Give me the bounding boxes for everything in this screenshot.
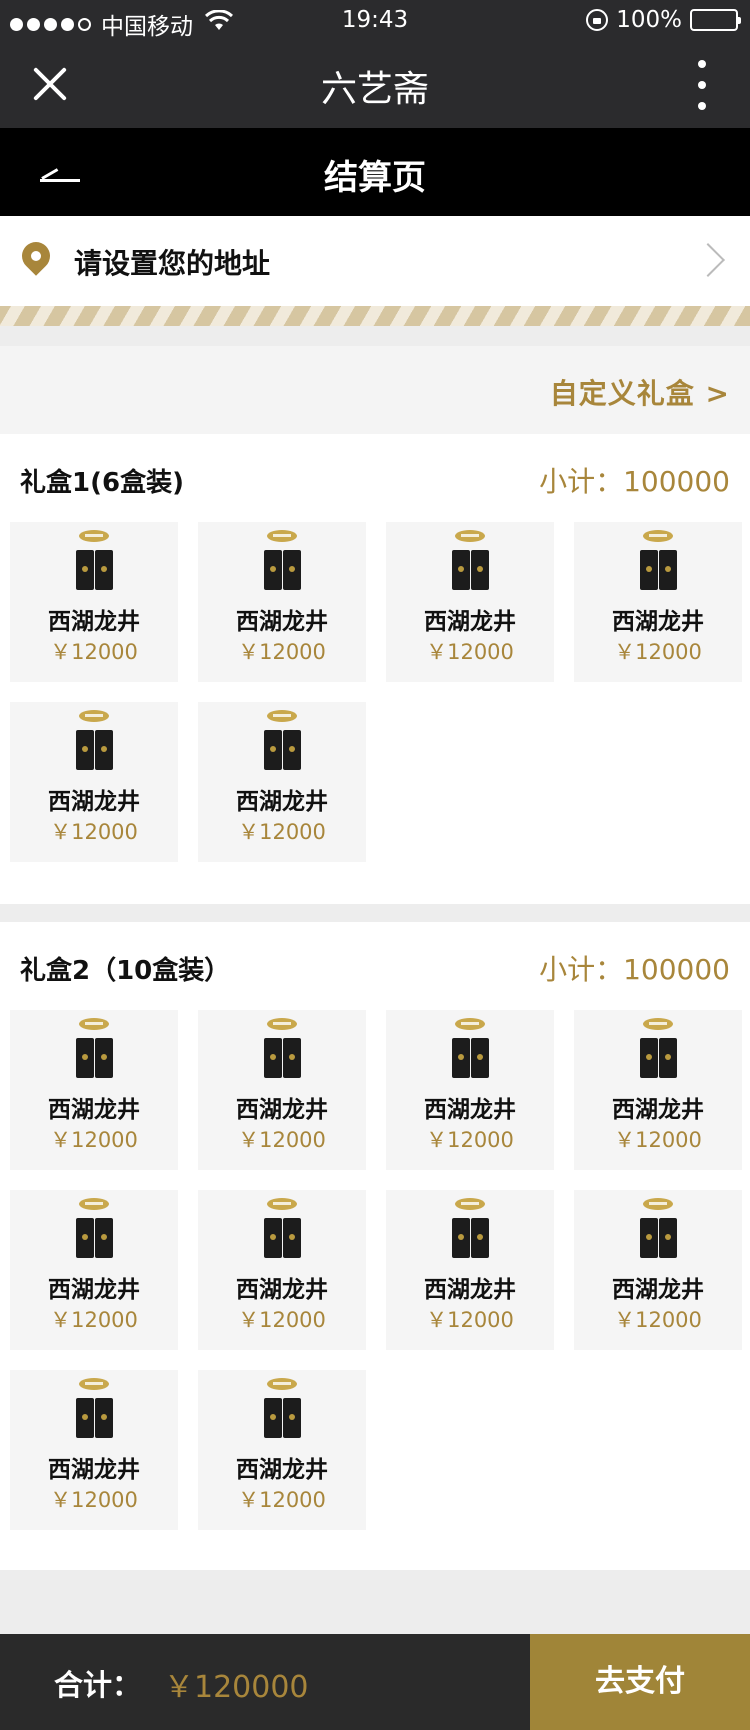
total-label: 合计： [54, 1668, 142, 1702]
giftbox-subtotal: 小计：100000 [539, 953, 730, 986]
product-card[interactable]: 西湖龙井 ￥12000 [574, 522, 742, 682]
product-price: ￥12000 [238, 1128, 326, 1152]
product-card[interactable]: 西湖龙井 ￥12000 [10, 1010, 178, 1170]
product-price: ￥12000 [426, 1128, 514, 1152]
product-card[interactable]: 西湖龙井 ￥12000 [10, 1370, 178, 1530]
product-card[interactable]: 西湖龙井 ￥12000 [574, 1190, 742, 1350]
product-name: 西湖龙井 [612, 1277, 704, 1303]
product-card[interactable]: 西湖龙井 ￥12000 [198, 522, 366, 682]
product-price: ￥12000 [614, 640, 702, 664]
product-name: 西湖龙井 [48, 609, 140, 635]
product-card[interactable]: 西湖龙井 ￥12000 [574, 1010, 742, 1170]
location-pin-icon [20, 242, 52, 282]
tea-package-image [262, 1198, 302, 1262]
orientation-lock-icon [586, 9, 609, 31]
tea-package-image [74, 530, 114, 594]
webview-title: 六艺斋 [320, 69, 429, 110]
page-header: 结算页 [0, 128, 750, 216]
tea-package-image [262, 530, 302, 594]
product-price: ￥12000 [426, 1308, 514, 1332]
product-price: ￥12000 [238, 640, 326, 664]
status-bar: 中国移动 19:43 100% [0, 0, 750, 40]
address-prompt: 请设置您的地址 [74, 247, 271, 280]
tea-package-image [450, 1018, 490, 1082]
product-price: ￥12000 [50, 1488, 138, 1512]
more-options-icon[interactable] [682, 60, 722, 110]
product-name: 西湖龙井 [424, 609, 516, 635]
product-name: 西湖龙井 [48, 1457, 140, 1483]
tea-package-image [638, 1198, 678, 1262]
product-card[interactable]: 西湖龙井 ￥12000 [386, 1190, 554, 1350]
product-price: ￥12000 [614, 1308, 702, 1332]
tea-package-image [74, 1378, 114, 1442]
giftbox-header: 礼盒1(6盒装) 小计：100000 [0, 434, 750, 524]
giftbox-section: 礼盒1(6盒装) 小计：100000 西湖龙井 ￥12000 西湖龙井 ￥12000 西… [0, 434, 750, 904]
product-price: ￥12000 [50, 640, 138, 664]
product-price: ￥12000 [50, 820, 138, 844]
address-row[interactable]: 请设置您的地址 [0, 216, 750, 306]
battery-percent: 100% [616, 7, 682, 33]
giftbox-section: 礼盒2（10盒装） 小计：100000 西湖龙井 ￥12000 西湖龙井 ￥12000… [0, 922, 750, 1570]
chevron-right-icon [691, 243, 725, 277]
custom-giftbox-link[interactable]: 自定义礼盒 > [550, 372, 730, 412]
giftbox-name: 礼盒2（10盒装） [20, 956, 231, 986]
tea-package-image [450, 1198, 490, 1262]
product-name: 西湖龙井 [612, 609, 704, 635]
product-name: 西湖龙井 [236, 789, 328, 815]
product-name: 西湖龙井 [424, 1277, 516, 1303]
total-amount: ￥120000 [164, 1670, 309, 1705]
product-price: ￥12000 [238, 1308, 326, 1332]
envelope-stripe-divider [0, 306, 750, 326]
product-card[interactable]: 西湖龙井 ￥12000 [198, 1010, 366, 1170]
webview-nav-bar: 六艺斋 [0, 40, 750, 128]
tea-package-image [638, 1018, 678, 1082]
product-card[interactable]: 西湖龙井 ￥12000 [386, 522, 554, 682]
product-card[interactable]: 西湖龙井 ￥12000 [198, 702, 366, 862]
giftbox-name: 礼盒1(6盒装) [20, 468, 184, 498]
product-name: 西湖龙井 [48, 1277, 140, 1303]
product-price: ￥12000 [238, 820, 326, 844]
product-name: 西湖龙井 [236, 1277, 328, 1303]
pay-button[interactable]: 去支付 [530, 1634, 750, 1730]
tea-package-image [74, 1198, 114, 1262]
product-card[interactable]: 西湖龙井 ￥12000 [198, 1190, 366, 1350]
product-price: ￥12000 [426, 640, 514, 664]
tea-package-image [74, 710, 114, 774]
tea-package-image [262, 1018, 302, 1082]
tea-package-image [450, 530, 490, 594]
product-name: 西湖龙井 [236, 1457, 328, 1483]
tea-package-image [74, 1018, 114, 1082]
tea-package-image [262, 710, 302, 774]
product-price: ￥12000 [50, 1308, 138, 1332]
product-name: 西湖龙井 [612, 1097, 704, 1123]
product-name: 西湖龙井 [48, 789, 140, 815]
giftbox-subtotal: 小计：100000 [539, 465, 730, 498]
product-name: 西湖龙井 [236, 1097, 328, 1123]
battery-icon [690, 9, 741, 31]
product-name: 西湖龙井 [236, 609, 328, 635]
product-card[interactable]: 西湖龙井 ￥12000 [198, 1370, 366, 1530]
product-price: ￥12000 [238, 1488, 326, 1512]
product-card[interactable]: 西湖龙井 ￥12000 [10, 522, 178, 682]
product-price: ￥12000 [50, 1128, 138, 1152]
tea-package-image [638, 530, 678, 594]
page-title: 结算页 [324, 158, 426, 198]
product-name: 西湖龙井 [48, 1097, 140, 1123]
giftbox-header: 礼盒2（10盒装） 小计：100000 [0, 922, 750, 1012]
product-card[interactable]: 西湖龙井 ￥12000 [386, 1010, 554, 1170]
custom-giftbox-row: 自定义礼盒 > [0, 346, 750, 434]
product-card[interactable]: 西湖龙井 ￥12000 [10, 702, 178, 862]
product-name: 西湖龙井 [424, 1097, 516, 1123]
product-card[interactable]: 西湖龙井 ￥12000 [10, 1190, 178, 1350]
product-price: ￥12000 [614, 1128, 702, 1152]
checkout-bar: 合计： ￥120000 去支付 [0, 1634, 750, 1730]
tea-package-image [262, 1378, 302, 1442]
